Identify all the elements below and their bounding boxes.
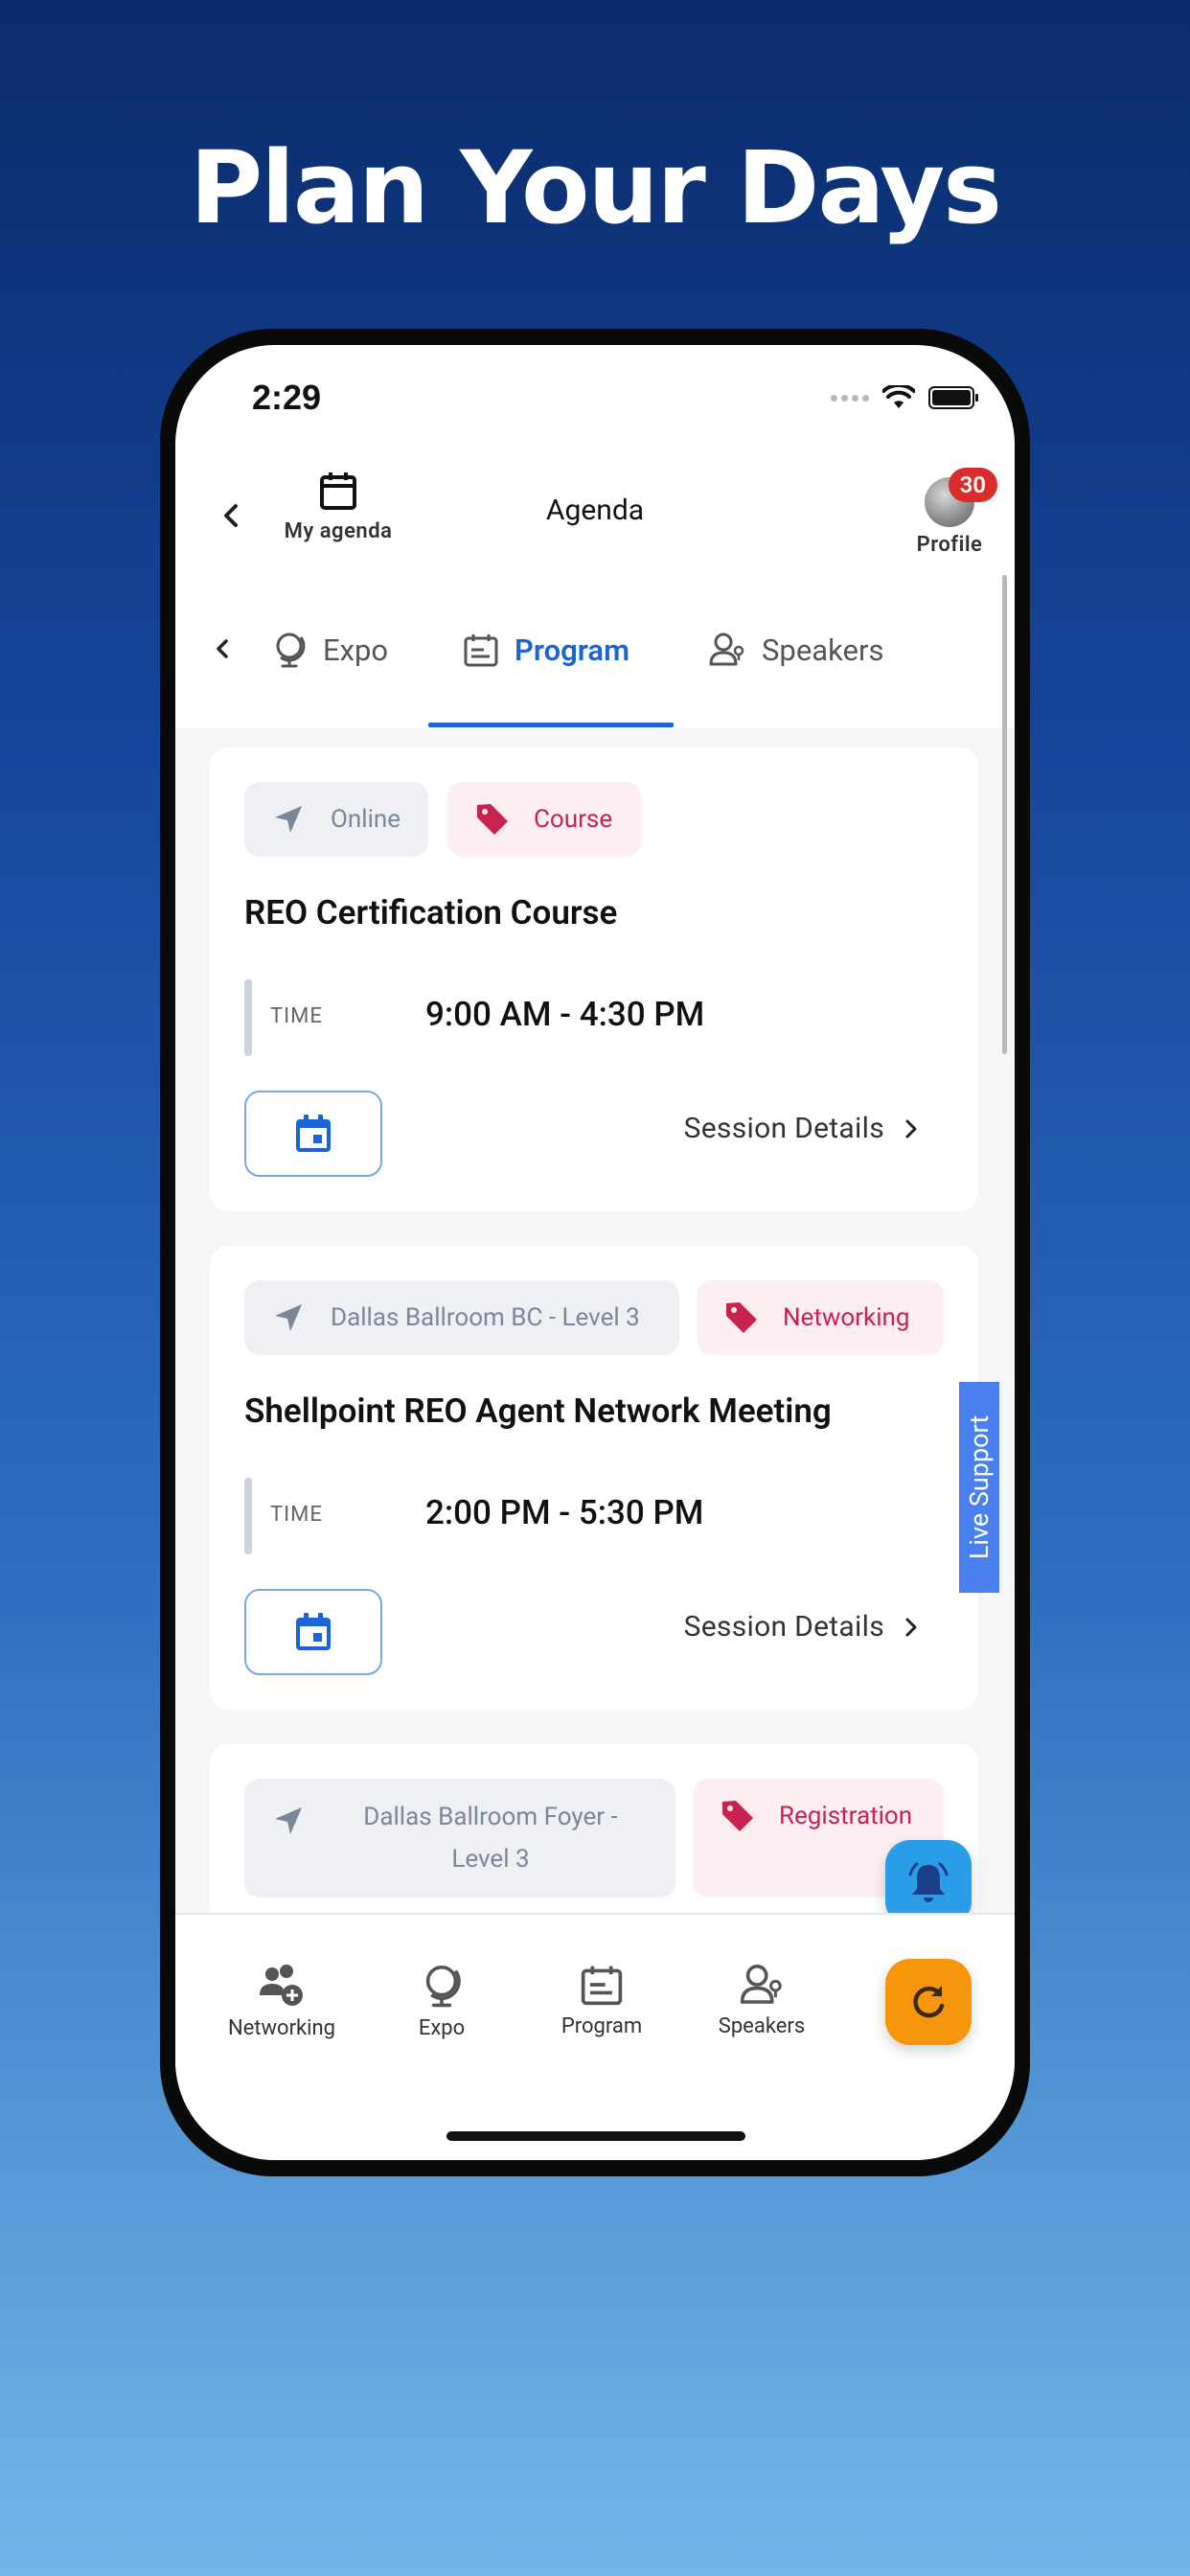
- globe-icon: [425, 1966, 461, 2008]
- location-arrow-icon: [275, 1807, 302, 1834]
- session-title: REO Certification Course: [244, 893, 618, 932]
- networking-icon: [260, 1965, 303, 2006]
- tag-label: Course: [534, 805, 613, 834]
- status-time: 2:29: [252, 378, 322, 417]
- session-details-link[interactable]: Session Details: [684, 1112, 921, 1145]
- tab-speakers[interactable]: Speakers: [708, 623, 883, 677]
- time-bar: [244, 1478, 252, 1554]
- tag-icon: [477, 804, 508, 835]
- signal-icon: [831, 394, 869, 402]
- battery-icon: [928, 386, 978, 409]
- wifi-icon: [882, 385, 915, 408]
- tab-bar: Expo Program Speakers: [175, 575, 1015, 728]
- speakers-icon: [740, 1964, 782, 2004]
- session-time: 2:00 PM - 5:30 PM: [425, 1493, 704, 1532]
- session-card: Online Course REO Certification Course T…: [210, 748, 978, 1211]
- time-label: TIME: [270, 1503, 323, 1527]
- live-support-label: Live Support: [964, 1414, 995, 1560]
- tabs-scroll-left-icon[interactable]: [208, 634, 237, 663]
- session-list[interactable]: Online Course REO Certification Course T…: [175, 728, 1015, 1913]
- bell-icon: [908, 1862, 949, 1902]
- location-label: Online: [331, 805, 401, 834]
- calendar-icon: [296, 1115, 331, 1152]
- session-details-label: Session Details: [683, 1112, 884, 1145]
- location-label-line2: Level 3: [451, 1845, 530, 1874]
- tab-expo-label: Expo: [323, 632, 389, 668]
- nav-speakers-label: Speakers: [718, 2014, 806, 2038]
- location-chip: Dallas Ballroom Foyer - Level 3: [244, 1779, 675, 1898]
- add-to-calendar-button[interactable]: [244, 1091, 382, 1177]
- profile-button[interactable]: 30 Profile: [911, 468, 997, 557]
- speakers-icon: [709, 632, 744, 666]
- nav-networking[interactable]: Networking: [215, 1963, 349, 2040]
- calendar-icon: [296, 1613, 331, 1650]
- nav-program[interactable]: Program: [535, 1963, 669, 2038]
- nav-speakers[interactable]: Speakers: [695, 1963, 829, 2038]
- tag-chip: Course: [447, 782, 641, 857]
- tag-label: Registration: [779, 1802, 913, 1830]
- profile-label: Profile: [916, 533, 983, 557]
- nav-networking-label: Networking: [227, 2016, 336, 2040]
- tab-program[interactable]: Program: [463, 623, 629, 677]
- app-screen: 2:29 My agenda Agenda 30 Profile Expo Pr…: [175, 345, 1015, 2160]
- program-icon: [581, 1966, 623, 2006]
- notification-badge: 30: [948, 468, 997, 502]
- chevron-right-icon: [905, 1119, 917, 1138]
- tag-label: Networking: [783, 1303, 910, 1332]
- time-label: TIME: [270, 1004, 323, 1028]
- refresh-button[interactable]: [885, 1959, 972, 2045]
- tab-speakers-label: Speakers: [762, 632, 884, 668]
- nav-expo[interactable]: Expo: [375, 1963, 509, 2040]
- tag-icon: [722, 1801, 753, 1831]
- tab-expo[interactable]: Expo: [271, 623, 388, 677]
- globe-icon: [276, 632, 306, 668]
- location-chip: Dallas Ballroom BC - Level 3: [244, 1280, 679, 1355]
- chevron-right-icon: [905, 1618, 917, 1636]
- session-details-label: Session Details: [683, 1610, 884, 1644]
- session-details-link[interactable]: Session Details: [684, 1610, 921, 1644]
- location-arrow-icon: [275, 806, 302, 833]
- scrollbar[interactable]: [1002, 575, 1007, 1054]
- tag-icon: [726, 1302, 757, 1333]
- session-title: Shellpoint REO Agent Network Meeting: [244, 1392, 832, 1431]
- session-time: 9:00 AM - 4:30 PM: [425, 995, 705, 1034]
- location-label: Dallas Ballroom BC - Level 3: [331, 1303, 640, 1332]
- refresh-icon: [913, 1986, 945, 2018]
- time-bar: [244, 979, 252, 1056]
- hero-title: Plan Your Days: [189, 129, 1002, 246]
- active-tab-indicator: [428, 723, 674, 727]
- bottom-nav: Networking Expo Program Speakers: [175, 1913, 1015, 2160]
- tab-program-label: Program: [515, 632, 630, 668]
- status-icons: [831, 385, 978, 410]
- program-icon: [464, 634, 498, 667]
- session-card: Dallas Ballroom Foyer - Level 3 Registra…: [210, 1744, 978, 1913]
- add-to-calendar-button[interactable]: [244, 1589, 382, 1675]
- location-arrow-icon: [275, 1304, 302, 1331]
- home-indicator: [446, 2131, 745, 2141]
- live-support-button[interactable]: Live Support: [959, 1382, 999, 1593]
- tag-chip: Networking: [697, 1280, 944, 1355]
- top-bar: My agenda Agenda 30 Profile: [175, 460, 1015, 575]
- session-card: Dallas Ballroom BC - Level 3 Networking …: [210, 1246, 978, 1710]
- location-label-line1: Dallas Ballroom Foyer -: [363, 1803, 618, 1831]
- nav-program-label: Program: [561, 2014, 643, 2038]
- location-chip: Online: [244, 782, 428, 857]
- nav-expo-label: Expo: [418, 2016, 466, 2040]
- page-title: Agenda: [545, 494, 645, 527]
